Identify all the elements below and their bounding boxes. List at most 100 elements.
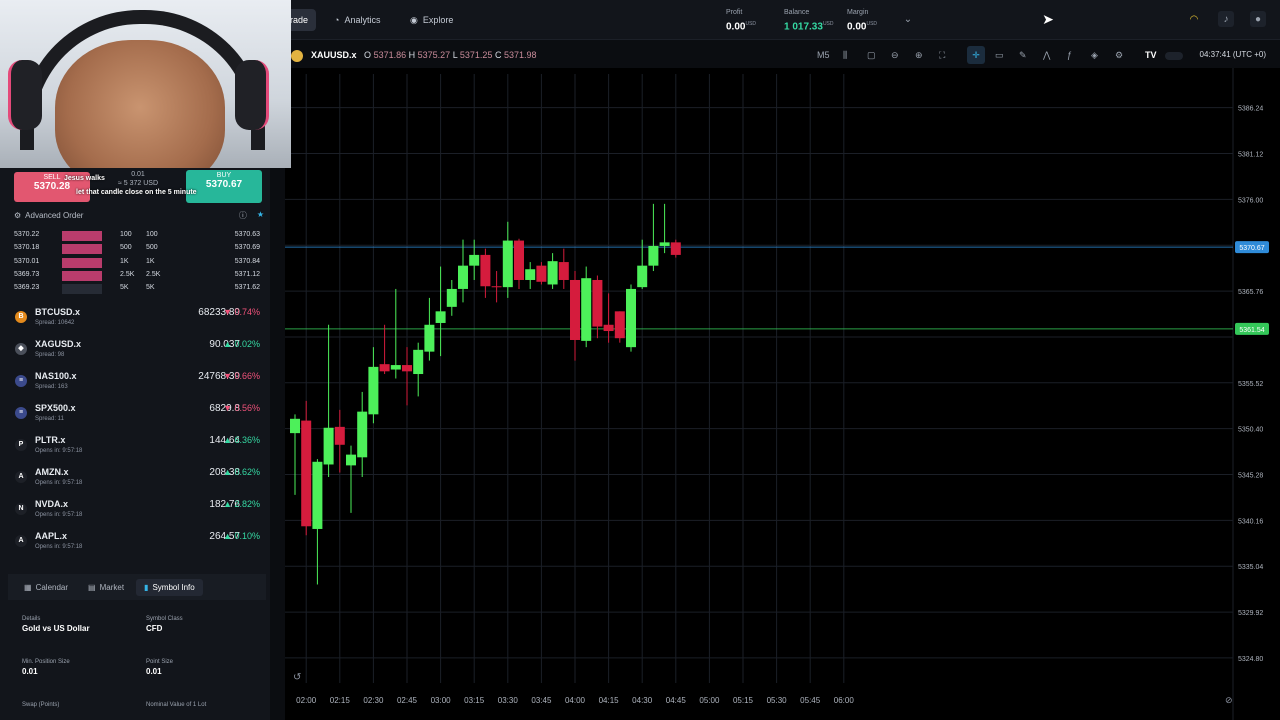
candle-body	[435, 311, 446, 323]
min-position-size: Min. Position Size 0.01	[22, 659, 142, 699]
left-panel: SELL 5370.28 0.01 ≈ 5 372 USD BUY 5370.6…	[0, 168, 270, 720]
layers-icon[interactable]: ◈	[1091, 50, 1098, 61]
toggle-switch[interactable]	[1165, 52, 1183, 60]
candle-body	[491, 286, 502, 288]
pencil-icon[interactable]: ✎	[1019, 50, 1027, 61]
account-dropdown-icon[interactable]: ⌄	[900, 11, 916, 27]
tab-symbol-info[interactable]: ▮ Symbol Info	[136, 578, 203, 596]
candle-body	[514, 240, 524, 280]
watchlist-row[interactable]: B BTCUSD.x Spread: 10642 68233.89 ▼ 0.74%	[10, 304, 264, 334]
tab-explore[interactable]: ◉ Explore	[402, 9, 461, 31]
ask-size: 100	[146, 231, 158, 238]
open-label: O	[364, 50, 372, 60]
symbol-name: BTCUSD.x	[35, 307, 81, 317]
pattern-icon[interactable]: ⋀	[1043, 50, 1050, 61]
bottom-tabs: ▦ Calendar ▤ Market ▮ Symbol Info	[8, 574, 266, 600]
candle-body	[592, 279, 603, 327]
x-tick-label: 04:00	[565, 696, 586, 705]
rectangle-icon[interactable]: ▢	[867, 50, 876, 61]
orderbook-row[interactable]: 5370.22 100 100 5370.63	[10, 230, 264, 242]
tradingview-logo-icon: TV	[1145, 50, 1157, 60]
star-icon[interactable]: ★	[257, 210, 264, 221]
candle-body	[346, 454, 356, 466]
chat-message: let that candle close on the 5 minute	[76, 189, 197, 196]
tab-analytics[interactable]: ◔ Analytics	[326, 9, 388, 31]
watchlist-row[interactable]: A AMZN.x Opens in: 9:57:18 208.38 ▲ 0.62%	[10, 464, 264, 494]
point-size-label: Point Size	[146, 659, 174, 665]
candle-type-icon[interactable]: ⫼	[843, 50, 847, 61]
bell-icon[interactable]: ♪	[1218, 11, 1234, 27]
open-value: 5371.86	[373, 50, 407, 60]
candle-body	[581, 278, 592, 341]
ask-price: 5370.63	[234, 231, 260, 238]
candle-body	[379, 364, 390, 372]
x-tick-label: 06:00	[834, 696, 855, 705]
candle-body	[536, 265, 547, 282]
orderbook-row[interactable]: 5369.73 2.5K 2.5K 5371.12	[10, 270, 264, 282]
close-label: C	[494, 50, 502, 60]
symbol-name: SPX500.x	[35, 403, 76, 413]
symbol-icon: ◆	[15, 343, 27, 355]
sell-label: SELL	[43, 174, 61, 181]
candle-body	[301, 420, 312, 527]
point-size-value: 0.01	[146, 667, 162, 676]
zoom-in-icon[interactable]: ⊕	[915, 50, 923, 61]
candle-body	[603, 324, 614, 332]
chart-settings-icon: ⊘	[1225, 696, 1233, 706]
y-tick-label: 5340.16	[1238, 518, 1263, 525]
watchlist-row[interactable]: A AAPL.x Opens in: 9:57:18 264.57 ▲ 0.10%	[10, 528, 264, 558]
chart-symbol[interactable]: XAUUSD.x	[311, 50, 357, 60]
horizontal-line-icon[interactable]: ▭	[995, 50, 1004, 61]
bid-size: 2.5K	[120, 270, 135, 278]
zoom-out-icon[interactable]: ⊖	[891, 50, 899, 61]
orderbook-row[interactable]: 5370.18 500 500 5370.69	[10, 243, 264, 255]
depth-bar	[62, 270, 102, 281]
timeframe-button[interactable]: M5	[817, 50, 830, 60]
x-tick-label: 04:45	[666, 696, 687, 705]
x-tick-label: 02:45	[397, 696, 418, 705]
ask-price: 5370.69	[234, 244, 260, 252]
info-icon[interactable]: ⓘ	[239, 210, 247, 221]
symbol-name: AMZN.x	[35, 467, 69, 477]
watchlist-row[interactable]: ◆ XAGUSD.x Spread: 98 90.037 ▲ 0.02%	[10, 336, 264, 366]
orderbook-row[interactable]: 5370.01 1K 1K 5370.84	[10, 257, 264, 269]
fullscreen-icon[interactable]: ⛶	[939, 50, 945, 61]
orderbook-row[interactable]: 5369.23 5K 5K 5371.62	[10, 283, 264, 295]
y-tick-label: 5345.28	[1238, 473, 1263, 480]
quantity-input[interactable]: 0.01 ≈ 5 372 USD	[95, 170, 181, 188]
compass-icon: ◉	[410, 14, 418, 25]
crosshair-icon[interactable]: ✛	[967, 46, 985, 64]
x-tick-label: 03:30	[498, 696, 519, 705]
candle-body	[525, 269, 536, 280]
x-tick-label: 05:00	[699, 696, 720, 705]
candle-body	[570, 279, 580, 340]
price-chart[interactable]: 02:00 02:15 02:30 02:45 03:00 03:15 03:30 03:45…	[285, 68, 1280, 720]
candle-body	[402, 365, 412, 372]
buy-button[interactable]: BUY 5370.67	[186, 170, 262, 203]
advanced-order-label: Advanced Order	[25, 210, 84, 220]
streamer-webcam	[0, 0, 291, 168]
class-label: Symbol Class	[146, 616, 183, 622]
watchlist-row[interactable]: P PLTR.x Opens in: 9:57:18 144.64 ▲ 6.36%	[10, 432, 264, 462]
details-label: Details	[22, 616, 41, 622]
watchlist-row[interactable]: ≡ SPX500.x Spread: 11 6829.8 ▼ 0.56%	[10, 400, 264, 430]
candle-body	[334, 426, 345, 445]
settings-icon[interactable]: ⚙	[1115, 50, 1123, 61]
high-label: H	[408, 50, 416, 60]
chart-clock: 04:37:41 (UTC +0)	[1199, 50, 1266, 59]
y-tick-label: 5386.24	[1238, 106, 1263, 113]
tab-calendar[interactable]: ▦ Calendar	[16, 579, 76, 596]
price-line-label: 5361.54	[1239, 327, 1264, 334]
quantity-lot: 0.01	[131, 171, 145, 178]
min-size-label: Min. Position Size	[22, 659, 70, 665]
advanced-order-row[interactable]: ⚙ Advanced Order ⓘ ★	[14, 208, 264, 222]
watchlist-row[interactable]: N NVDA.x Opens in: 9:57:18 182.76 ▲ 2.82%	[10, 496, 264, 526]
profile-icon[interactable]: ●	[1250, 11, 1266, 27]
tab-market[interactable]: ▤ Market	[80, 579, 132, 596]
watchlist-row[interactable]: ≡ NAS100.x Spread: 163 24768.39 ▼ 0.66%	[10, 368, 264, 398]
symbol-change: ▲ 6.36%	[223, 435, 260, 445]
balance-label: Balance	[784, 9, 810, 16]
indicator-icon[interactable]: ƒ	[1067, 50, 1072, 60]
symbol-subtext: Spread: 98	[35, 352, 65, 358]
symbol-subtext: Spread: 10642	[35, 320, 75, 326]
